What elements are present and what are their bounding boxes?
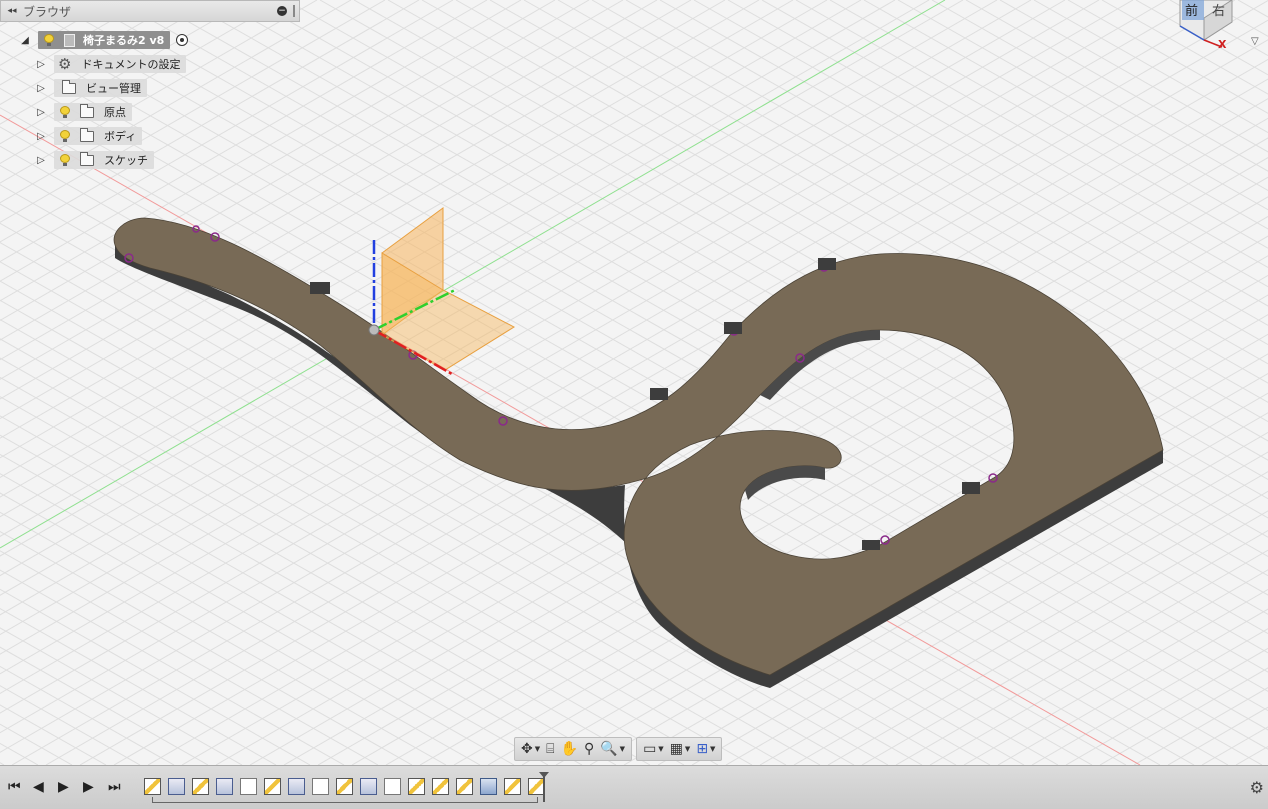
nav-group-display: ▭ ▼ ▦ ▼ ⊞ ▼ [636,737,723,761]
folder-icon [80,151,94,166]
viewcube-right-label[interactable]: 右 [1212,0,1225,19]
timeline-extrude-feature[interactable] [360,778,377,795]
canvas-svg[interactable] [0,0,1268,765]
node-label: ビュー管理 [86,82,141,95]
visibility-bulb-icon[interactable] [60,154,70,166]
visibility-bulb-icon[interactable] [44,34,54,46]
expand-triangle-icon[interactable]: ▷ [34,83,48,94]
node-label: 原点 [104,106,126,119]
go-to-end-icon[interactable]: ⏭ [108,780,121,794]
orbit-icon[interactable]: ✥ [521,742,533,756]
fit-icon[interactable]: 🔍 [600,742,617,756]
minimize-icon[interactable]: − [277,6,287,16]
step-back-icon[interactable]: ◀ [33,780,44,794]
node-origin[interactable]: 原点 [54,103,132,121]
timeline-extrude-feature[interactable] [288,778,305,795]
gear-icon: ⚙ [58,54,72,73]
node-label: スケッチ [104,154,148,167]
root-node[interactable]: 椅子まるみ2 v8 [38,31,171,49]
node-label: ボディ [104,130,137,143]
timeline-sketch-feature[interactable] [408,778,425,795]
viewports-icon[interactable]: ⊞ [696,742,708,756]
orbit-dropdown-icon[interactable]: ▼ [535,745,540,753]
timeline-fillet-feature[interactable] [384,778,401,795]
node-bodies[interactable]: ボディ [54,127,143,145]
collapse-triangle-icon[interactable]: ◢ [18,35,32,46]
pan-icon[interactable]: ✋ [561,742,578,756]
expand-triangle-icon[interactable]: ▷ [34,107,48,118]
view-cube[interactable]: 前 右 X [1160,0,1268,56]
timeline-extrude-feature[interactable] [168,778,185,795]
navigation-bar: ✥ ▼ ⌸ ✋ ⚲ 🔍 ▼ ▭ ▼ ▦ ▼ ⊞ ▼ [514,737,726,761]
pin-handle[interactable] [293,5,295,17]
collapse-browser-icon[interactable]: ◂◂ [1,6,23,16]
browser-title: ブラウザ [23,4,72,19]
viewcube-menu-icon[interactable]: ▽ [1251,36,1259,47]
go-to-start-icon[interactable]: ⏮ [8,780,21,794]
timeline-sketch-feature[interactable] [192,778,209,795]
step-forward-icon[interactable]: ▶ [83,780,94,794]
timeline-sketch-feature[interactable] [456,778,473,795]
timeline-sketch-feature[interactable] [336,778,353,795]
node-document-settings[interactable]: ⚙ ドキュメントの設定 [54,54,187,73]
grid-settings-icon[interactable]: ▦ [670,742,683,756]
timeline-sketch-feature[interactable] [432,778,449,795]
viewcube-front-label[interactable]: 前 [1185,0,1198,19]
visibility-bulb-icon[interactable] [60,130,70,142]
expand-triangle-icon[interactable]: ▷ [34,131,48,142]
timeline-fillet-feature[interactable] [312,778,329,795]
root-label: 椅子まるみ2 v8 [83,34,165,47]
timeline-sketch-feature[interactable] [144,778,161,795]
browser-header: ◂◂ ブラウザ − [0,0,300,22]
visibility-bulb-icon[interactable] [60,106,70,118]
tree-item-view-management[interactable]: ▷ ビュー管理 [34,78,147,98]
folder-icon [80,103,94,118]
tree-root[interactable]: ◢ 椅子まるみ2 v8 [18,30,189,50]
tree-item-bodies[interactable]: ▷ ボディ [34,126,143,146]
display-dropdown-icon[interactable]: ▼ [658,745,663,753]
timeline-sketch-feature[interactable] [504,778,521,795]
zoom-dropdown-icon[interactable]: ▼ [620,745,625,753]
look-at-icon[interactable]: ⌸ [546,742,554,756]
timeline-body-feature[interactable] [480,778,497,795]
nav-group-view: ✥ ▼ ⌸ ✋ ⚲ 🔍 ▼ [514,737,633,761]
3d-viewport[interactable] [0,0,1268,765]
timeline-settings-gear-icon[interactable]: ⚙ [1250,778,1264,797]
viewports-dropdown-icon[interactable]: ▼ [710,745,715,753]
component-icon [64,33,75,47]
display-settings-icon[interactable]: ▭ [643,742,656,756]
folder-icon [62,79,76,94]
timeline-marker[interactable] [539,772,549,802]
zoom-icon[interactable]: ⚲ [584,742,594,756]
timeline-sketch-feature[interactable] [264,778,281,795]
tree-item-origin[interactable]: ▷ 原点 [34,102,132,122]
folder-icon [80,127,94,142]
expand-triangle-icon[interactable]: ▷ [34,59,48,70]
timeline: ⏮ ◀ ▶ ▶ ⏭ ⚙ [0,765,1268,809]
node-view-management[interactable]: ビュー管理 [54,79,147,97]
grid-dropdown-icon[interactable]: ▼ [685,745,690,753]
tree-item-document-settings[interactable]: ▷ ⚙ ドキュメントの設定 [34,54,187,74]
activate-radio-icon[interactable] [176,34,189,46]
node-sketches[interactable]: スケッチ [54,151,154,169]
timeline-extrude-feature[interactable] [216,778,233,795]
viewcube-x-axis-label: X [1218,38,1227,51]
node-label: ドキュメントの設定 [81,58,181,71]
expand-triangle-icon[interactable]: ▷ [34,155,48,166]
tree-item-sketches[interactable]: ▷ スケッチ [34,150,154,170]
timeline-group-bracket [152,797,538,803]
timeline-fillet-feature[interactable] [240,778,257,795]
play-icon[interactable]: ▶ [58,780,69,794]
